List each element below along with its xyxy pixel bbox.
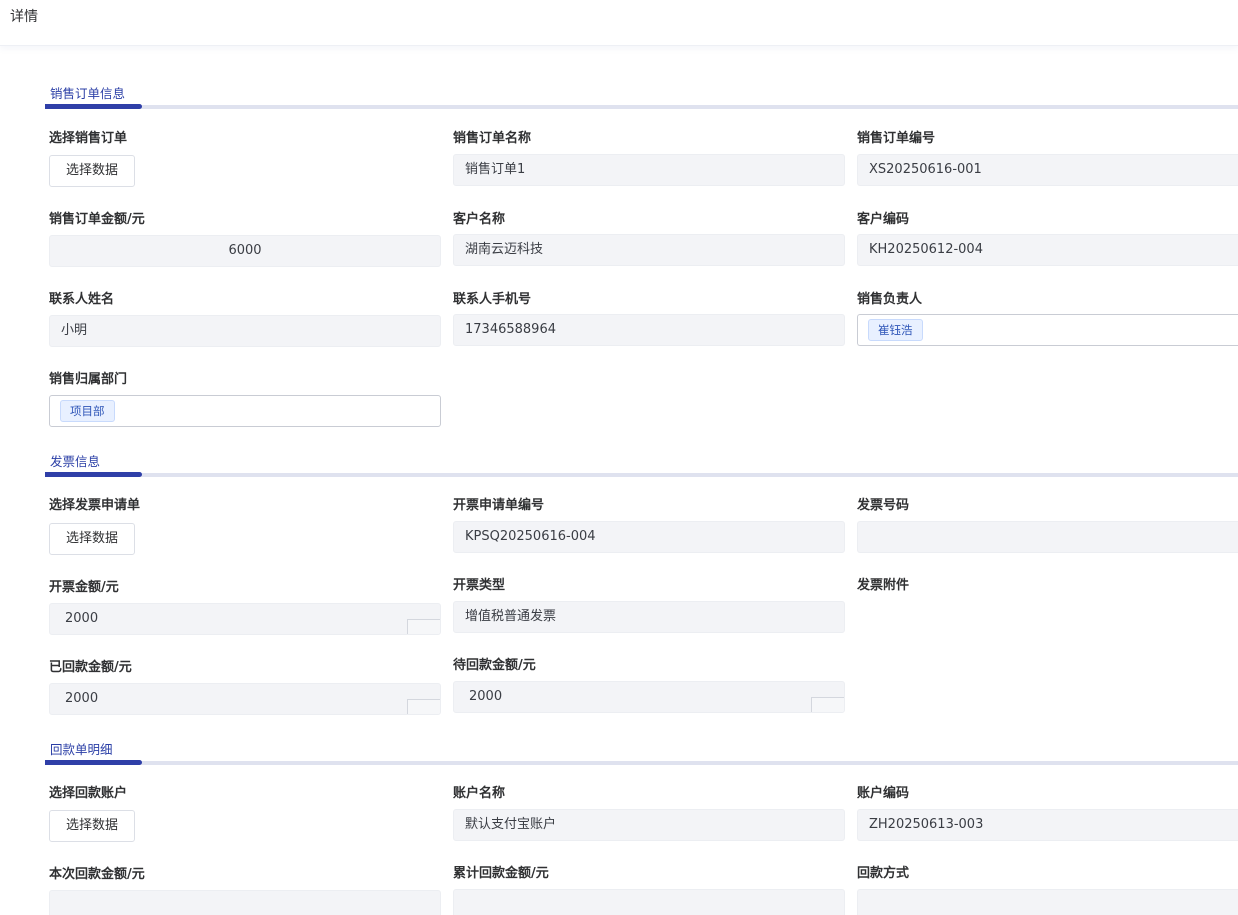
section-accent [45,760,142,765]
contact-phone-label: 联系人手机号 [453,292,532,307]
select-sales-order-label: 选择销售订单 [49,131,128,146]
section-title-invoice: 发票信息 [50,454,101,469]
pending-amount-field: 2000 [453,681,845,713]
total-payment-amount-field [453,889,845,915]
invoice-no-label: 发票号码 [857,498,910,513]
sales-amount-field: 6000 [49,235,441,267]
sales-owner-field[interactable]: 崔钰浩 [857,314,1238,346]
sales-order-name-label: 销售订单名称 [453,131,532,146]
sales-owner-tag: 崔钰浩 [868,319,923,341]
select-sales-order-button[interactable]: 选择数据 [49,155,135,187]
section-divider [45,473,1238,477]
select-invoice-request-label: 选择发票申请单 [49,498,141,513]
section-accent [45,472,142,477]
sales-order-no-label: 销售订单编号 [857,131,936,146]
invoice-request-no-label: 开票申请单编号 [453,498,545,513]
customer-code-label: 客户编码 [857,212,910,227]
section-accent [45,104,142,109]
account-name-field: 默认支付宝账户 [453,809,845,841]
paid-amount-field: 2000 [49,683,441,715]
account-code-label: 账户编码 [857,786,910,801]
invoice-amount-field: 2000 [49,603,441,635]
sales-owner-label: 销售负责人 [857,292,923,307]
page-header: 详情 [0,0,1238,46]
section-divider [45,105,1238,109]
invoice-amount-label: 开票金额/元 [49,580,119,595]
invoice-no-field [857,521,1238,553]
sales-order-name-field: 销售订单1 [453,154,845,186]
select-account-button[interactable]: 选择数据 [49,810,135,842]
section-invoice: 发票信息 [45,451,1238,477]
invoice-attachment-label: 发票附件 [857,578,910,593]
section-payment: 回款单明细 [45,739,1238,765]
invoice-type-label: 开票类型 [453,578,506,593]
invoice-type-field: 增值税普通发票 [453,601,845,633]
select-account-label: 选择回款账户 [49,786,128,801]
pending-amount-label: 待回款金额/元 [453,658,536,673]
select-invoice-request-button[interactable]: 选择数据 [49,523,135,555]
invoice-request-no-field: KPSQ20250616-004 [453,521,845,553]
account-name-label: 账户名称 [453,786,506,801]
page-title: 详情 [10,9,38,25]
account-code-field: ZH20250613-003 [857,809,1238,841]
contact-name-field: 小明 [49,315,441,347]
contact-name-label: 联系人姓名 [49,292,115,307]
sales-dept-tag: 项目部 [60,400,115,422]
section-title-payment: 回款单明细 [50,742,113,757]
section-sales-order: 销售订单信息 [45,83,1238,109]
payment-method-label: 回款方式 [857,866,910,881]
contact-phone-field: 17346588964 [453,314,845,346]
customer-name-field: 湖南云迈科技 [453,234,845,266]
section-title-sales: 销售订单信息 [50,86,126,101]
customer-code-field: KH20250612-004 [857,234,1238,266]
sales-dept-field[interactable]: 项目部 [49,395,441,427]
sales-dept-label: 销售归属部门 [49,372,128,387]
sales-amount-label: 销售订单金额/元 [49,212,145,227]
payment-method-field[interactable] [857,889,1238,915]
total-payment-amount-label: 累计回款金额/元 [453,866,549,881]
sales-order-no-field: XS20250616-001 [857,154,1238,186]
customer-name-label: 客户名称 [453,212,506,227]
section-divider [45,761,1238,765]
this-payment-amount-label: 本次回款金额/元 [49,867,145,882]
this-payment-amount-field[interactable] [49,890,441,915]
paid-amount-label: 已回款金额/元 [49,660,132,675]
